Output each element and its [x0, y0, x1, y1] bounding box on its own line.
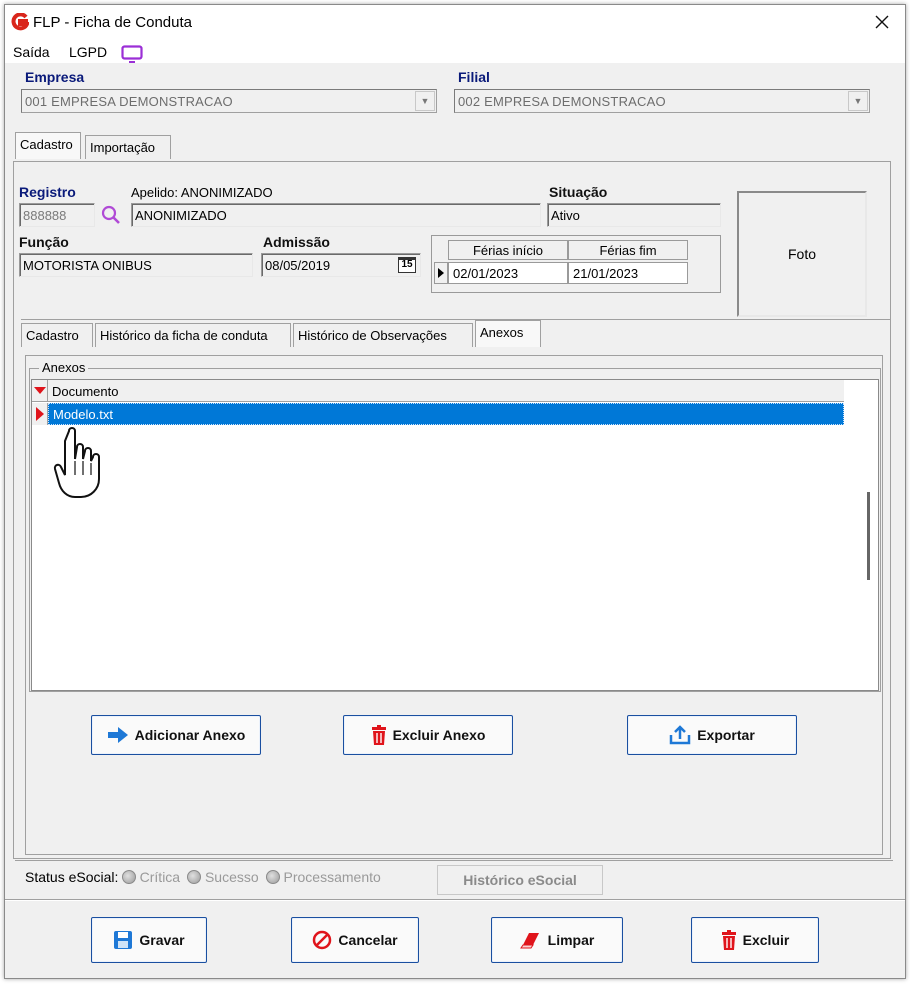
clear-button[interactable]: Limpar	[491, 917, 623, 963]
apelido-value: ANONIMIZADO	[135, 208, 227, 223]
trash-icon	[371, 725, 386, 745]
anexos-group-title: Anexos	[39, 360, 89, 375]
historico-esocial-button[interactable]: Histórico eSocial	[437, 865, 603, 895]
sucesso-radio[interactable]	[187, 870, 202, 884]
photo-box[interactable]: Foto	[737, 191, 867, 317]
filial-value: 002 EMPRESA DEMONSTRACAO	[458, 94, 666, 109]
funcao-label: Função	[19, 234, 69, 250]
subtab-anexos[interactable]: Anexos	[475, 320, 541, 347]
upload-icon	[669, 725, 691, 745]
delete-attachment-button[interactable]: Excluir Anexo	[343, 715, 513, 755]
arrow-right-icon	[107, 727, 128, 743]
processamento-label: Processamento	[283, 869, 381, 885]
delete-button[interactable]: Excluir	[691, 917, 819, 963]
funcao-field: MOTORISTA ONIBUS	[19, 253, 253, 277]
sort-down-icon	[34, 387, 46, 394]
save-label: Gravar	[139, 932, 185, 948]
cancel-icon	[313, 930, 332, 950]
cancel-label: Cancelar	[338, 932, 398, 948]
export-label: Exportar	[697, 727, 755, 743]
processamento-radio[interactable]	[265, 870, 280, 884]
monitor-icon[interactable]	[121, 45, 143, 63]
calendar-icon[interactable]: 15	[398, 257, 416, 273]
footer-divider	[5, 899, 905, 901]
vertical-scrollbar[interactable]	[867, 492, 870, 580]
window-title: FLP - Ficha de Conduta	[33, 14, 192, 31]
documents-grid[interactable]: Documento Modelo.txt	[31, 379, 879, 691]
close-icon	[875, 15, 889, 29]
title-bar: FLP - Ficha de Conduta	[5, 5, 905, 39]
row-pointer-icon	[438, 268, 444, 278]
funcao-value: MOTORISTA ONIBUS	[23, 258, 152, 273]
close-button[interactable]	[869, 9, 895, 35]
add-attachment-button[interactable]: Adicionar Anexo	[91, 715, 261, 755]
registro-value: 888888	[23, 208, 67, 223]
menu-lgpd[interactable]: LGPD	[69, 44, 107, 60]
admissao-value: 08/05/2019	[265, 258, 331, 273]
documento-cell[interactable]: Modelo.txt	[48, 403, 844, 425]
delete-label: Excluir	[742, 932, 790, 948]
admissao-label: Admissão	[263, 234, 330, 250]
ferias-fim-cell[interactable]: 21/01/2023	[568, 262, 688, 284]
row-pointer-icon	[36, 407, 44, 421]
documents-header: Documento	[32, 380, 844, 402]
eraser-icon	[519, 933, 539, 949]
save-button[interactable]: Gravar	[91, 917, 207, 963]
export-button[interactable]: Exportar	[627, 715, 797, 755]
table-row[interactable]: Modelo.txt	[32, 403, 844, 425]
subtabs-line	[21, 319, 891, 320]
empresa-label: Empresa	[25, 69, 85, 85]
header-indicator	[32, 380, 48, 402]
trash-icon	[721, 930, 736, 950]
apelido-label: Apelido: ANONIMIZADO	[131, 185, 273, 200]
sucesso-label: Sucesso	[204, 869, 259, 885]
subtab-historico-ficha[interactable]: Histórico da ficha de conduta	[95, 323, 291, 347]
registro-input[interactable]: 888888	[19, 203, 95, 227]
search-icon[interactable]	[101, 205, 121, 225]
admissao-input[interactable]: 08/05/2019 15	[261, 253, 421, 277]
apelido-input[interactable]: ANONIMIZADO	[131, 203, 541, 227]
documento-column-header[interactable]: Documento	[52, 384, 118, 399]
clear-label: Limpar	[547, 932, 595, 948]
ferias-inicio-header: Férias início	[448, 240, 568, 260]
filial-label: Filial	[458, 69, 490, 85]
ferias-grid: Férias início Férias fim 02/01/2023 21/0…	[431, 235, 721, 293]
hand-pointer-icon	[53, 427, 100, 498]
subtab-historico-observacoes[interactable]: Histórico de Observações	[293, 323, 473, 347]
chevron-down-icon[interactable]: ▼	[415, 91, 435, 111]
situacao-field: Ativo	[547, 203, 721, 227]
registro-label: Registro	[19, 184, 76, 200]
situacao-value: Ativo	[551, 208, 580, 223]
app-logo-icon	[11, 13, 29, 31]
save-icon	[114, 931, 133, 949]
tab-cadastro[interactable]: Cadastro	[15, 132, 81, 159]
delete-attachment-label: Excluir Anexo	[392, 727, 486, 743]
menu-saida[interactable]: Saída	[13, 44, 50, 60]
critica-radio[interactable]	[122, 870, 137, 884]
filial-select[interactable]: 002 EMPRESA DEMONSTRACAO ▼	[454, 89, 870, 113]
ferias-inicio-cell[interactable]: 02/01/2023	[448, 262, 568, 284]
empresa-value: 001 EMPRESA DEMONSTRACAO	[25, 94, 233, 109]
situacao-label: Situação	[549, 184, 608, 200]
row-indicator	[434, 262, 448, 284]
ferias-fim-header: Férias fim	[568, 240, 688, 260]
row-indicator	[32, 403, 48, 425]
empresa-select[interactable]: 001 EMPRESA DEMONSTRACAO ▼	[21, 89, 437, 113]
esocial-status-label: Status eSocial:	[25, 869, 119, 885]
critica-label: Crítica	[139, 869, 181, 885]
tab-importacao[interactable]: Importação	[85, 135, 171, 159]
chevron-down-icon[interactable]: ▼	[848, 91, 868, 111]
add-attachment-label: Adicionar Anexo	[134, 727, 246, 743]
app-window: FLP - Ficha de Conduta Saída LGPD Empres…	[4, 4, 906, 979]
subtab-cadastro[interactable]: Cadastro	[21, 323, 93, 347]
cancel-button[interactable]: Cancelar	[291, 917, 419, 963]
